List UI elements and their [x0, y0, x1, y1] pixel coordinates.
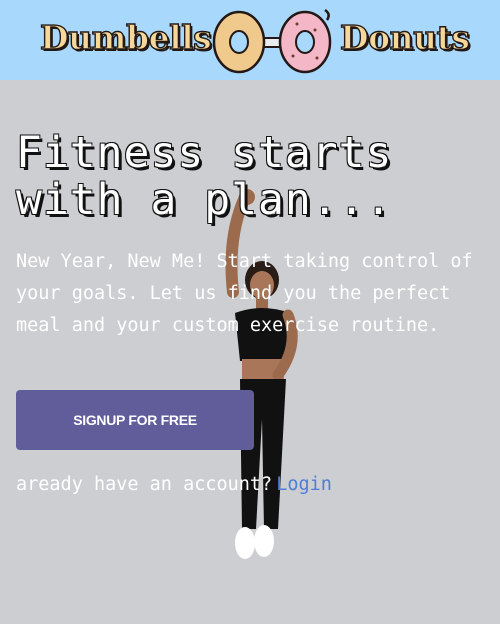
brand-name-right[interactable]: Donuts — [339, 17, 470, 57]
hero-intro-text: New Year, New Me! Start taking control o… — [16, 251, 473, 336]
account-prompt-text: aready have an account? — [16, 474, 273, 495]
exercising-woman-illustration-icon — [225, 189, 298, 559]
login-prompt: aready have an account? Login — [16, 474, 332, 495]
headline-line-1: Fitness starts — [16, 128, 393, 178]
site-header: Dumbells Donuts — [0, 0, 500, 80]
dumbbell-donut-logo-icon[interactable] — [205, 4, 340, 80]
brand-name-left[interactable]: Dumbells — [39, 17, 212, 57]
signup-button[interactable]: SIGNUP FOR FREE — [16, 390, 254, 450]
headline-line-2: with a plan... — [16, 175, 393, 225]
login-link[interactable]: Login — [276, 474, 332, 495]
hero-headline: Fitness starts with a plan... — [16, 130, 486, 224]
